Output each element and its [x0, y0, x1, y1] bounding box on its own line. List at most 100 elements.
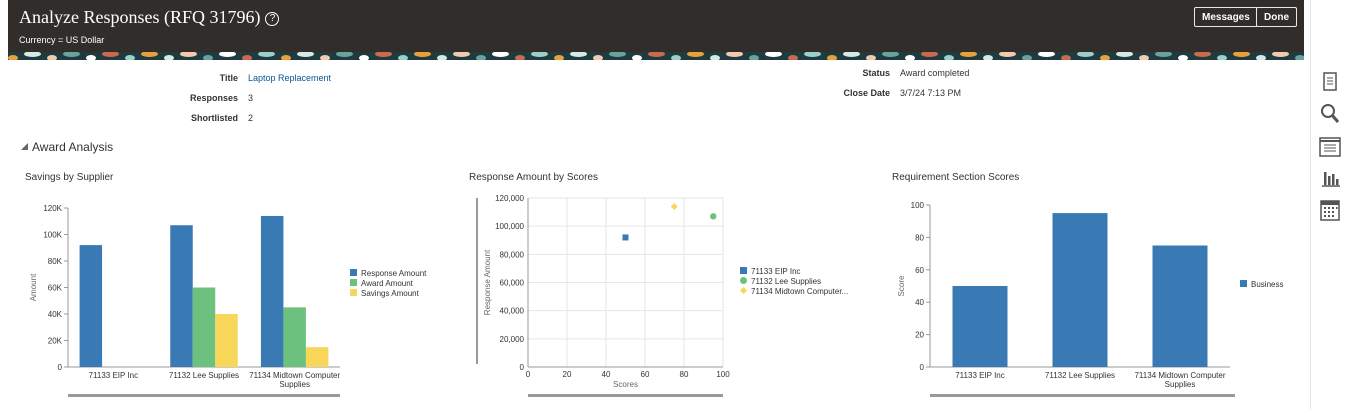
y-tick-label: 80,000	[500, 250, 525, 259]
legend-swatch	[740, 287, 747, 294]
search-icon[interactable]	[1317, 101, 1343, 125]
title-value-link[interactable]: Laptop Replacement	[248, 73, 331, 83]
y-tick-label: 20K	[48, 337, 63, 346]
title-label: Title	[219, 73, 238, 83]
x-tick-label: 71132 Lee Supplies	[1045, 371, 1115, 380]
x-tick-label: 71134 Midtown Computer	[1134, 371, 1225, 380]
legend-label: Response Amount	[361, 269, 427, 278]
list-icon[interactable]	[1317, 135, 1343, 159]
savings-by-supplier-chart: 0 20K 40K 60K 80K 100K 120K Amount 71133 EIP Inc…	[29, 204, 427, 397]
bar-business	[1052, 213, 1108, 367]
point-diamond	[670, 202, 678, 210]
legend-label: Award Amount	[361, 279, 414, 288]
shortlisted-label: Shortlisted	[190, 113, 238, 123]
done-button[interactable]: Done	[1256, 7, 1297, 27]
y-tick-label: 40K	[48, 310, 63, 319]
x-tick-label: 20	[563, 370, 572, 379]
messages-button[interactable]: Messages	[1194, 7, 1258, 27]
legend-swatch	[740, 277, 747, 284]
x-tick-label: 60	[641, 370, 650, 379]
collapse-triangle-icon[interactable]	[21, 143, 28, 150]
right-sidebar	[1310, 0, 1350, 409]
award-analysis-title: Award Analysis	[32, 140, 114, 154]
calendar-icon[interactable]	[1317, 198, 1343, 222]
legend-label: 71132 Lee Supplies	[751, 277, 821, 286]
bar-savings-amount	[305, 347, 329, 367]
document-icon[interactable]	[1317, 70, 1343, 94]
legend-swatch	[350, 289, 357, 296]
legend-label: 71134 Midtown Computer...	[751, 287, 848, 296]
close-date-label: Close Date	[843, 88, 890, 98]
legend-swatch	[1240, 280, 1247, 287]
vertical-scrollbar	[476, 198, 478, 364]
y-tick-label: 0	[920, 363, 925, 372]
responses-label: Responses	[189, 93, 238, 103]
x-tick-label: 71133 EIP Inc	[89, 371, 139, 380]
y-tick-label: 40	[915, 298, 924, 307]
y-tick-label: 0	[58, 363, 63, 372]
legend-swatch	[350, 279, 357, 286]
y-tick-label: 40,000	[500, 307, 525, 316]
x-tick-label: Supplies	[279, 380, 310, 389]
response-amount-by-scores-chart: 0 20,000 40,000 60,000 80,000 100,000 120,000 0…	[476, 194, 848, 397]
y-tick-label: 80	[915, 233, 924, 242]
point-square	[622, 234, 629, 241]
y-axis-title: Response Amount	[483, 249, 492, 315]
bar-award-amount	[283, 307, 306, 367]
question-circle-icon[interactable]: ?	[265, 12, 280, 26]
y-tick-label: 0	[520, 363, 525, 372]
y-tick-label: 80K	[48, 257, 63, 266]
horizontal-scrollbar	[528, 394, 723, 397]
bar-business	[952, 286, 1008, 367]
x-tick-label: 40	[602, 370, 611, 379]
y-tick-label: 100K	[43, 231, 62, 240]
x-tick-label: 80	[680, 370, 689, 379]
bar-response-amount	[170, 225, 193, 367]
legend-label: Savings Amount	[361, 289, 420, 298]
status-value: Award completed	[900, 68, 970, 78]
y-tick-label: 100,000	[495, 222, 524, 231]
legend-label: 71133 EIP Inc	[751, 267, 801, 276]
legend-swatch	[740, 267, 747, 274]
y-axis-title: Amount	[29, 273, 38, 301]
responses-value: 3	[248, 93, 254, 103]
x-tick-label: Supplies	[1165, 380, 1196, 389]
bar-savings-amount	[215, 314, 238, 367]
y-axis-title: Score	[897, 275, 906, 296]
bar-award-amount	[192, 287, 216, 367]
y-tick-label: 20	[915, 331, 924, 340]
legend-swatch	[350, 269, 357, 276]
horizontal-scrollbar	[930, 394, 1235, 397]
x-axis-title: Scores	[613, 380, 638, 389]
bar-business	[1152, 245, 1208, 367]
y-tick-label: 60	[915, 266, 924, 275]
y-tick-label: 60K	[48, 284, 63, 293]
bar-chart-icon[interactable]	[1317, 166, 1343, 190]
bar-response-amount	[79, 245, 103, 367]
y-tick-label: 100	[911, 201, 925, 210]
page-title-text: Analyze Responses (RFQ 31796)	[19, 7, 261, 27]
y-tick-label: 60,000	[500, 279, 525, 288]
y-tick-label: 120,000	[495, 194, 524, 203]
currency-label: Currency = US Dollar	[19, 35, 105, 45]
horizontal-scrollbar	[68, 394, 340, 397]
point-circle	[710, 213, 717, 220]
status-label: Status	[862, 68, 890, 78]
y-tick-label: 20,000	[500, 335, 525, 344]
award-analysis-header[interactable]: Award Analysis	[21, 140, 113, 154]
x-tick-label: 71132 Lee Supplies	[169, 371, 239, 380]
y-tick-label: 120K	[43, 204, 62, 213]
chart-title-savings: Savings by Supplier	[25, 172, 114, 183]
page-title: Analyze Responses (RFQ 31796)?	[19, 7, 280, 28]
x-tick-label: 71133 EIP Inc	[955, 371, 1005, 380]
x-tick-label: 100	[716, 370, 730, 379]
decorative-banner	[8, 52, 1304, 60]
bar-response-amount	[260, 215, 284, 367]
close-date-value: 3/7/24 7:13 PM	[900, 88, 962, 98]
chart-title-requirement-scores: Requirement Section Scores	[892, 172, 1020, 183]
x-tick-label: 0	[526, 370, 531, 379]
requirement-section-scores-chart: 0 20 40 60 80 100 Score 71133 EIP Inc 71132 Lee …	[897, 201, 1283, 397]
chart-title-response-amount: Response Amount by Scores	[469, 172, 598, 183]
legend-label: Business	[1251, 280, 1283, 289]
page-header: Analyze Responses (RFQ 31796)? Currency …	[8, 0, 1304, 52]
